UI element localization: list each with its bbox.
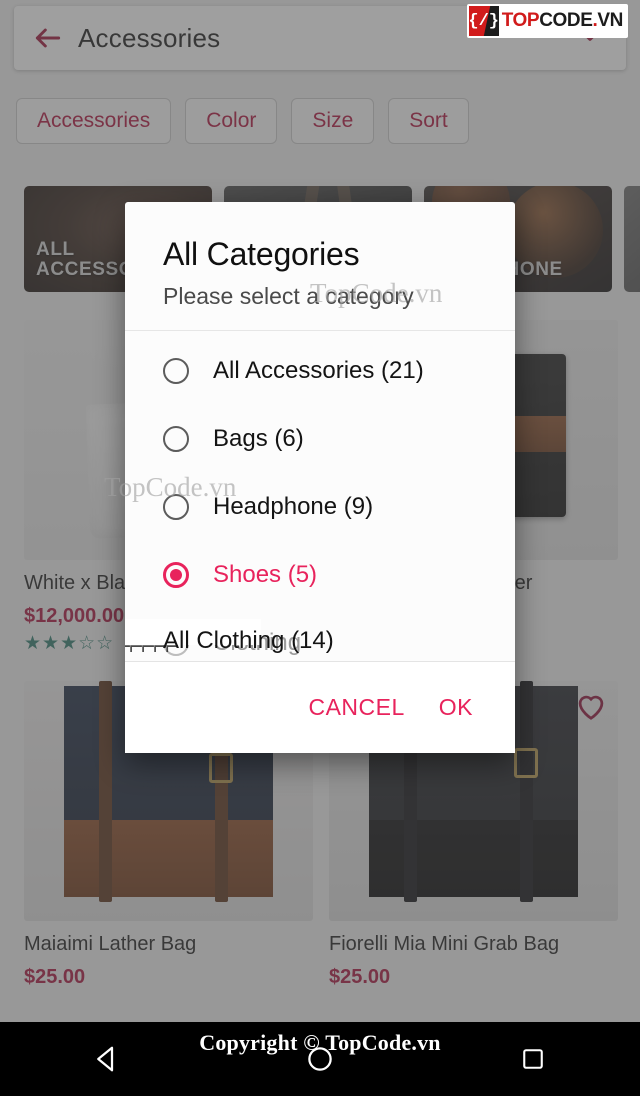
option-label: Headphone (9) <box>213 493 374 520</box>
logo-vn: VN <box>597 10 623 31</box>
dialog-action-bar: CANCEL OK <box>125 661 515 753</box>
brace-logo-icon: {/} <box>468 6 499 36</box>
bag-buckle <box>513 748 538 779</box>
heart-icon <box>578 695 604 720</box>
bag-lower <box>64 820 273 897</box>
product-title: Fiorelli Mia Mini Grab Bag <box>329 933 560 955</box>
bag-buckle <box>208 753 233 783</box>
radio-icon[interactable] <box>163 358 189 384</box>
filter-chip-size[interactable]: Size <box>291 98 375 144</box>
brace-logo-glyph: {/} <box>468 11 499 31</box>
arrow-left-icon <box>35 28 61 48</box>
category-dialog: All Categories Please select a category … <box>125 202 515 753</box>
circle-home-icon <box>308 1047 332 1071</box>
bag-strap <box>519 681 533 902</box>
page-title: Accessories <box>78 22 221 53</box>
nav-recents-button[interactable] <box>498 1033 568 1085</box>
product-title: Maiaimi Lather Bag <box>24 933 197 955</box>
radio-icon[interactable] <box>163 494 189 520</box>
nav-back-button[interactable] <box>72 1033 142 1085</box>
radio-icon-selected[interactable] <box>163 562 189 588</box>
favorite-button[interactable] <box>574 691 608 725</box>
app-root: Accessories Accessories Color Size Sort … <box>0 0 640 1096</box>
triangle-back-icon <box>96 1046 113 1072</box>
cancel-button[interactable]: CANCEL <box>308 694 404 721</box>
topcode-logo-watermark: {/} TOPCODE.VN <box>466 4 628 38</box>
option-label: Shoes (5) <box>213 561 318 588</box>
square-recents-icon <box>523 1049 544 1069</box>
logo-wordmark: TOPCODE.VN <box>501 10 624 32</box>
nav-home-button[interactable] <box>285 1033 355 1085</box>
category-option-list[interactable]: All Accessories (21) Bags (6) Headphone … <box>125 331 515 661</box>
product-price: $25.00 <box>329 966 391 988</box>
option-label: All Accessories (21) <box>213 357 424 384</box>
option-headphone[interactable]: Headphone (9) <box>125 473 515 541</box>
filter-chip-sort[interactable]: Sort <box>388 98 469 144</box>
option-shoes[interactable]: Shoes (5) <box>125 541 515 609</box>
banner-more[interactable] <box>624 186 640 292</box>
android-navigation-bar: Copyright © TopCode.vn <box>0 1022 640 1096</box>
banner-label <box>624 280 636 292</box>
dialog-header: All Categories Please select a category <box>125 202 515 331</box>
filter-chip-row: Accessories Color Size Sort <box>16 98 469 144</box>
logo-code: CODE <box>539 10 593 31</box>
filter-chip-accessories[interactable]: Accessories <box>16 98 172 144</box>
logo-top: TOP <box>501 10 540 31</box>
option-label: All Clothing (14) <box>163 627 334 654</box>
ok-button[interactable]: OK <box>439 694 473 721</box>
product-price: $25.00 <box>24 966 86 988</box>
option-all-clothing-partial[interactable]: ⌐⌐⌐⌐⌐ All Clothing (14) <box>125 619 515 661</box>
option-bags[interactable]: Bags (6) <box>125 405 515 473</box>
option-label: Bags (6) <box>213 425 304 452</box>
bag-lower <box>369 820 578 897</box>
dialog-title: All Categories <box>163 236 360 272</box>
back-button[interactable] <box>30 20 66 56</box>
dialog-subtitle: Please select a category <box>163 283 414 309</box>
radio-icon[interactable] <box>163 426 189 452</box>
bag-strap <box>99 681 113 902</box>
option-all-accessories[interactable]: All Accessories (21) <box>125 337 515 405</box>
filter-chip-color[interactable]: Color <box>185 98 278 144</box>
